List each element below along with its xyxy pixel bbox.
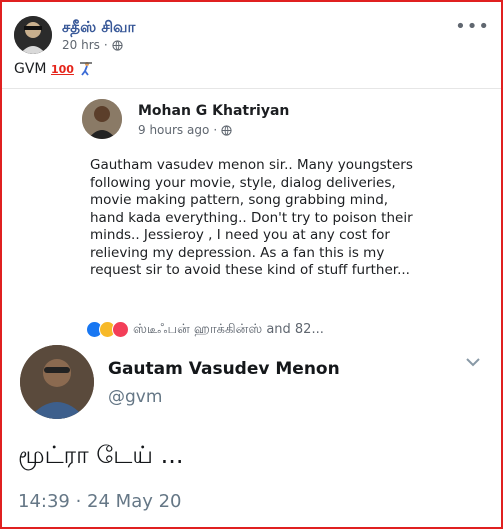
mohan-avatar bbox=[82, 99, 122, 139]
post-time[interactable]: 20 hrs bbox=[62, 38, 100, 52]
weightlifter-icon bbox=[80, 62, 93, 76]
screenshot-frame: சதீஸ் சிவா 20 hrs · ••• GVM 100 Mohan G … bbox=[0, 0, 503, 529]
reactions-bar: ஸ்டீஃபன் ஹாக்கின்ஸ் and 82... bbox=[86, 321, 324, 338]
tweet-text: மூட்ரா டேய் ... bbox=[18, 441, 184, 469]
author-avatar[interactable] bbox=[14, 16, 52, 54]
reactions-text: ஸ்டீஃபன் ஹாக்கின்ஸ் and 82... bbox=[133, 321, 324, 337]
embedded-tweet: Gautam Vasudev Menon @gvm மூட்ரா டேய் ..… bbox=[2, 345, 501, 527]
tweet-handle: @gvm bbox=[108, 387, 163, 407]
embedded-meta: 9 hours ago · bbox=[138, 123, 232, 137]
post-header: சதீஸ் சிவா 20 hrs · ••• bbox=[14, 16, 494, 56]
post-author[interactable]: சதீஸ் சிவா bbox=[62, 18, 135, 38]
chevron-down-icon bbox=[465, 351, 481, 372]
embedded-fb-post: Mohan G Khatriyan 9 hours ago · Gautham … bbox=[82, 89, 422, 339]
post-text-content: GVM bbox=[14, 61, 47, 77]
gvm-avatar bbox=[20, 345, 94, 419]
globe-icon bbox=[112, 39, 123, 51]
tweet-timestamp: 14:39 · 24 May 20 bbox=[18, 491, 182, 512]
hundred-points-icon: 100 bbox=[50, 63, 74, 76]
post-text: GVM 100 bbox=[14, 60, 94, 77]
embedded-time: 9 hours ago bbox=[138, 123, 210, 137]
love-reaction-icon bbox=[112, 321, 129, 338]
embedded-image: Mohan G Khatriyan 9 hours ago · Gautham … bbox=[2, 88, 501, 527]
globe-icon bbox=[221, 124, 232, 136]
post-meta: 20 hrs · bbox=[62, 38, 123, 52]
embedded-author: Mohan G Khatriyan bbox=[138, 103, 290, 119]
more-options-icon[interactable]: ••• bbox=[455, 16, 490, 37]
tweet-author-name: Gautam Vasudev Menon bbox=[108, 359, 340, 379]
embedded-body: Gautham vasudev menon sir.. Many youngst… bbox=[90, 157, 413, 278]
